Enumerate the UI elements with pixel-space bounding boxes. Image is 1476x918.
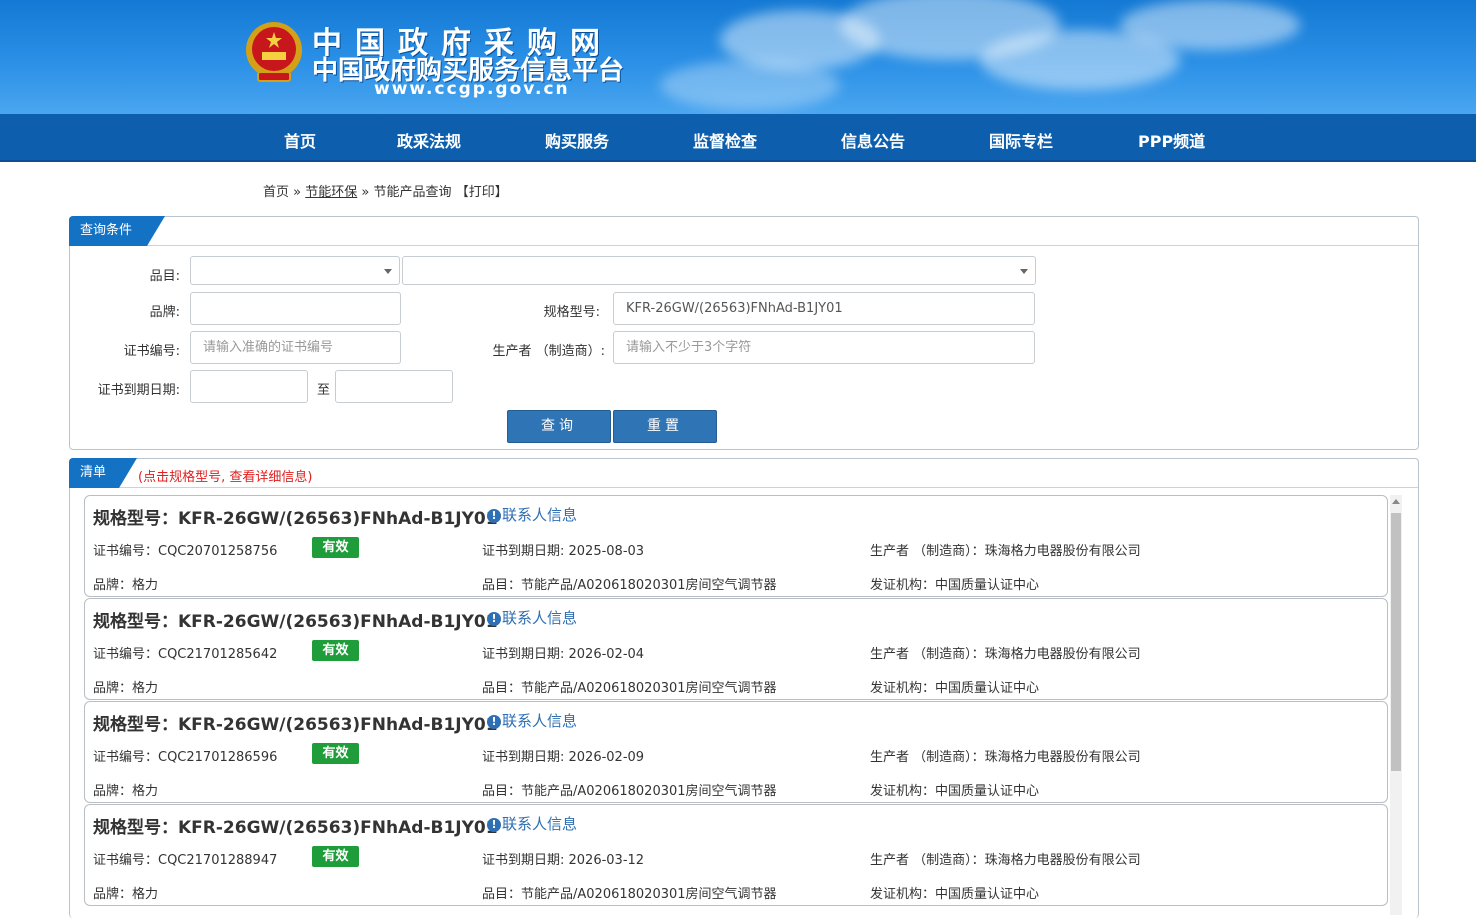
brand-input[interactable]	[190, 292, 401, 325]
category: 品目：节能产品/A020618020301房间空气调节器	[482, 681, 777, 696]
brand: 品牌：格力	[93, 578, 159, 593]
info-icon: !	[487, 509, 501, 523]
expire-label: 证书到期日期:	[97, 383, 180, 398]
manufacturer: 生产者 （制造商）：珠海格力电器股份有限公司	[870, 750, 1141, 765]
cert-number: 证书编号：CQC20701258756	[93, 544, 278, 559]
national-emblem-icon	[246, 22, 302, 82]
info-icon: !	[487, 612, 501, 626]
expire-date: 证书到期日期: 2026-03-12	[482, 853, 645, 868]
to-label: 至	[316, 383, 330, 398]
expire-date: 证书到期日期: 2025-08-03	[482, 544, 645, 559]
category: 品目：节能产品/A020618020301房间空气调节器	[482, 887, 777, 902]
result-card: 规格型号：KFR-26GW/(26563)FNhAd-B1JY01 ! 联系人信息…	[84, 598, 1388, 700]
main-nav: 首页 政采法规 购买服务 监督检查 信息公告 国际专栏 PPP频道	[0, 114, 1476, 162]
print-link[interactable]: 【打印】	[456, 185, 508, 200]
category-label: 品目:	[149, 269, 180, 284]
contact-label: 联系人信息	[502, 712, 578, 730]
status-badge: 有效	[312, 846, 359, 867]
result-card: 规格型号：KFR-26GW/(26563)FNhAd-B1JY01 ! 联系人信息…	[84, 804, 1388, 906]
nav-purchase-services[interactable]: 购买服务	[545, 128, 609, 152]
result-panel: 清单 (点击规格型号, 查看详细信息) 规格型号：KFR-26GW/(26563…	[69, 458, 1419, 918]
breadcrumb-sep: »	[293, 185, 302, 200]
expire-end-input[interactable]	[335, 370, 453, 403]
brand-label: 品牌:	[149, 305, 180, 320]
nav-announcements[interactable]: 信息公告	[841, 128, 905, 152]
issuer: 发证机构：中国质量认证中心	[870, 887, 1040, 902]
site-url: www.ccgp.gov.cn	[374, 79, 570, 99]
result-panel-header: 清单 (点击规格型号, 查看详细信息)	[69, 458, 1418, 488]
issuer: 发证机构：中国质量认证中心	[870, 784, 1040, 799]
cert-input[interactable]: 请输入准确的证书编号	[190, 331, 401, 364]
maker-input[interactable]: 请输入不少于3个字符	[613, 331, 1035, 364]
breadcrumb-energy[interactable]: 节能环保	[305, 185, 357, 200]
list-hint: (点击规格型号, 查看详细信息)	[138, 470, 313, 485]
breadcrumb-home[interactable]: 首页	[263, 185, 289, 200]
contact-link[interactable]: ! 联系人信息	[487, 504, 577, 525]
model-input[interactable]: KFR-26GW/(26563)FNhAd-B1JY01	[613, 292, 1035, 325]
model-link[interactable]: 规格型号：KFR-26GW/(26563)FNhAd-B1JY01	[93, 710, 498, 735]
dropdown-arrow-icon	[384, 269, 392, 274]
category: 品目：节能产品/A020618020301房间空气调节器	[482, 784, 777, 799]
info-icon: !	[487, 818, 501, 832]
model-link[interactable]: 规格型号：KFR-26GW/(26563)FNhAd-B1JY01	[93, 813, 498, 838]
nav-regulations[interactable]: 政采法规	[397, 128, 461, 152]
result-card: 规格型号：KFR-26GW/(26563)FNhAd-B1JY01 ! 联系人信息…	[84, 701, 1388, 803]
nav-home[interactable]: 首页	[284, 128, 316, 152]
site-banner: 中国政府采购网 中国政府购买服务信息平台 www.ccgp.gov.cn	[0, 0, 1476, 114]
result-card: 规格型号：KFR-26GW/(26563)FNhAd-B1JY01 ! 联系人信息…	[84, 495, 1388, 597]
manufacturer: 生产者 （制造商）：珠海格力电器股份有限公司	[870, 544, 1141, 559]
info-icon: !	[487, 715, 501, 729]
model-label: 规格型号:	[543, 305, 600, 320]
category: 品目：节能产品/A020618020301房间空气调节器	[482, 578, 777, 593]
category-select-1[interactable]	[190, 256, 400, 285]
dropdown-arrow-icon	[1020, 269, 1028, 274]
status-badge: 有效	[312, 743, 359, 764]
nav-ppp[interactable]: PPP频道	[1138, 128, 1205, 152]
manufacturer: 生产者 （制造商）：珠海格力电器股份有限公司	[870, 853, 1141, 868]
scroll-up-icon[interactable]	[1392, 499, 1400, 504]
contact-link[interactable]: ! 联系人信息	[487, 813, 577, 834]
brand: 品牌：格力	[93, 784, 159, 799]
category-select-2[interactable]	[402, 256, 1036, 285]
expire-start-input[interactable]	[190, 370, 308, 403]
reset-button[interactable]: 重置	[613, 410, 717, 443]
query-tab: 查询条件	[69, 216, 165, 246]
expire-date: 证书到期日期: 2026-02-04	[482, 647, 645, 662]
contact-link[interactable]: ! 联系人信息	[487, 710, 577, 731]
contact-label: 联系人信息	[502, 506, 578, 524]
issuer: 发证机构：中国质量认证中心	[870, 578, 1040, 593]
cert-label: 证书编号:	[123, 344, 180, 359]
model-link[interactable]: 规格型号：KFR-26GW/(26563)FNhAd-B1JY01	[93, 504, 498, 529]
manufacturer: 生产者 （制造商）：珠海格力电器股份有限公司	[870, 647, 1141, 662]
cert-number: 证书编号：CQC21701286596	[93, 750, 278, 765]
query-panel: 查询条件 品目: 品牌: 规格型号: KFR-26GW/(26563)FNhAd…	[69, 216, 1419, 450]
list-tab: 清单	[69, 458, 137, 488]
nav-international[interactable]: 国际专栏	[989, 128, 1053, 152]
brand: 品牌：格力	[93, 887, 159, 902]
status-badge: 有效	[312, 640, 359, 661]
breadcrumb-sep: »	[361, 185, 370, 200]
expire-date: 证书到期日期: 2026-02-09	[482, 750, 645, 765]
nav-supervision[interactable]: 监督检查	[693, 128, 757, 152]
search-button[interactable]: 查询	[507, 410, 611, 443]
cert-number: 证书编号：CQC21701288947	[93, 853, 278, 868]
status-badge: 有效	[312, 537, 359, 558]
scrollbar-thumb[interactable]	[1391, 513, 1401, 771]
cert-number: 证书编号：CQC21701285642	[93, 647, 278, 662]
query-panel-header: 查询条件	[69, 216, 1418, 246]
contact-label: 联系人信息	[502, 815, 578, 833]
brand: 品牌：格力	[93, 681, 159, 696]
contact-label: 联系人信息	[502, 609, 578, 627]
contact-link[interactable]: ! 联系人信息	[487, 607, 577, 628]
model-link[interactable]: 规格型号：KFR-26GW/(26563)FNhAd-B1JY01	[93, 607, 498, 632]
breadcrumb: 首页 » 节能环保 » 节能产品查询 【打印】	[263, 181, 508, 200]
maker-label: 生产者 （制造商）:	[492, 344, 605, 359]
issuer: 发证机构：中国质量认证中心	[870, 681, 1040, 696]
breadcrumb-current: 节能产品查询	[373, 185, 452, 200]
